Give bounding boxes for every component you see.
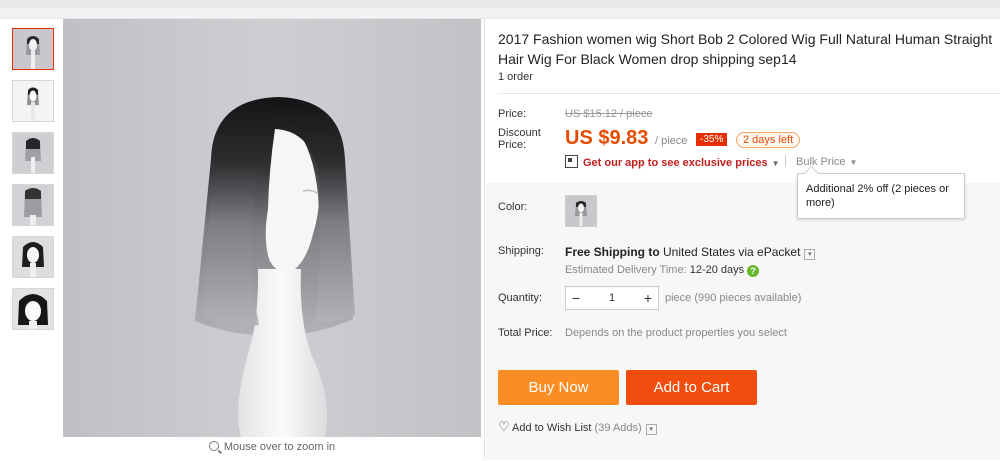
chevron-down-icon[interactable]: ▾	[804, 249, 816, 260]
add-to-wish-list[interactable]: ♡ Add to Wish List (39 Adds) ▾	[498, 419, 657, 435]
caret-down-icon: ▼	[771, 159, 780, 168]
divider	[498, 93, 1000, 94]
buy-now-button[interactable]: Buy Now	[498, 370, 619, 405]
help-icon[interactable]: ?	[747, 265, 760, 277]
shipping-info[interactable]: Free Shipping to United States via ePack…	[565, 245, 816, 260]
magnifier-icon	[208, 441, 219, 451]
total-price-label: Total Price:	[498, 327, 553, 339]
bulk-price-dropdown[interactable]: Bulk Price ▼	[796, 156, 857, 168]
divider	[785, 155, 786, 167]
quantity-label: Quantity:	[498, 292, 543, 304]
price-label: Price:	[498, 108, 527, 120]
order-count: 1 order	[498, 71, 533, 83]
main-product-image[interactable]	[63, 19, 481, 437]
caret-down-icon: ▼	[849, 158, 858, 167]
heart-icon: ♡	[498, 419, 510, 434]
zoom-hint: Mouse over to zoom in	[63, 441, 481, 453]
thumbnail-1[interactable]	[12, 28, 54, 70]
free-shipping-text: Free Shipping to	[565, 245, 660, 259]
delivery-label: Estimated Delivery Time:	[565, 264, 690, 276]
color-label: Color:	[498, 201, 528, 213]
time-left-badge: 2 days left	[736, 132, 801, 148]
discount-badge: -35%	[696, 133, 728, 146]
discount-price-label: Discount Price:	[498, 127, 541, 151]
per-unit: / piece	[655, 135, 688, 147]
total-price-text: Depends on the product properties you se…	[565, 327, 787, 339]
estimated-delivery: Estimated Delivery Time: 12-20 days?	[565, 264, 760, 277]
thumbnail-3[interactable]	[12, 132, 54, 174]
product-title: 2017 Fashion women wig Short Bob 2 Color…	[498, 31, 993, 67]
thumbnail-list	[12, 28, 56, 340]
original-price: US $15.12 / piece	[565, 108, 653, 120]
quantity-increase-button[interactable]: +	[638, 287, 658, 309]
discount-price: US $9.83	[565, 127, 649, 149]
top-bar	[0, 0, 1000, 8]
add-to-cart-button[interactable]: Add to Cart	[626, 370, 757, 405]
thumbnail-2[interactable]	[12, 80, 54, 122]
shipping-label: Shipping:	[498, 245, 544, 257]
qr-code-icon	[565, 155, 578, 168]
bulk-price-tooltip: Additional 2% off (2 pieces or more)	[797, 173, 965, 219]
thumbnail-4[interactable]	[12, 184, 54, 226]
shipping-destination: United States via ePacket	[659, 245, 801, 259]
product-details: 2017 Fashion women wig Short Bob 2 Color…	[484, 19, 1000, 460]
thumbnail-5[interactable]	[12, 236, 54, 278]
quantity-input[interactable]: 1	[588, 287, 636, 309]
quantity-stepper: − 1 +	[565, 286, 659, 310]
thumbnail-6[interactable]	[12, 288, 54, 330]
app-promo-link[interactable]: Get our app to see exclusive prices ▼	[565, 155, 780, 169]
bulk-price-label: Bulk Price	[796, 156, 846, 168]
app-promo-text: Get our app to see exclusive prices	[583, 157, 768, 169]
delivery-days: 12-20 days	[689, 264, 745, 276]
zoom-hint-text: Mouse over to zoom in	[223, 441, 336, 453]
color-option-swatch[interactable]	[565, 195, 597, 227]
chevron-down-icon[interactable]: ▾	[645, 424, 657, 435]
quantity-decrease-button[interactable]: −	[566, 287, 586, 309]
wish-list-label: Add to Wish List	[512, 422, 592, 434]
availability-text: piece (990 pieces available)	[665, 292, 802, 304]
wish-count: (39 Adds)	[591, 422, 642, 434]
